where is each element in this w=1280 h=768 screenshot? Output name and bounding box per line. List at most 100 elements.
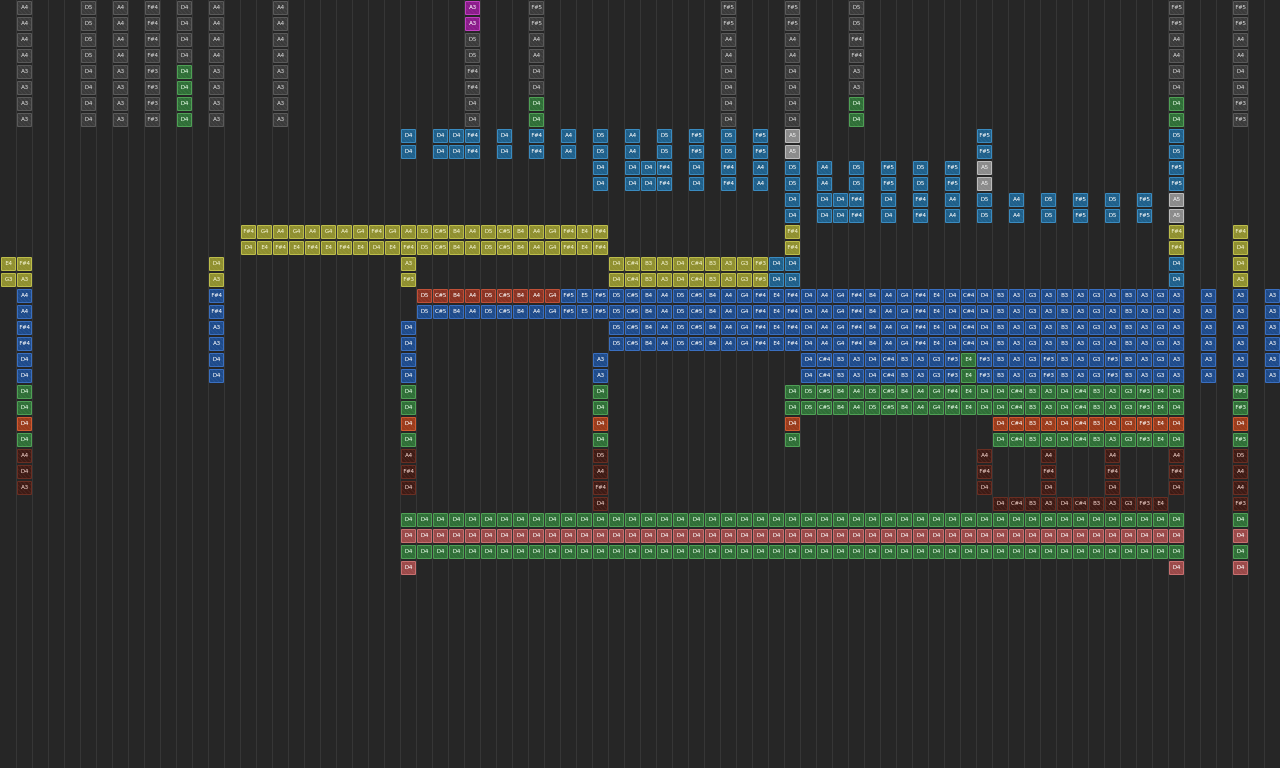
note-cell[interactable]: G4	[545, 305, 560, 319]
note-cell[interactable]: B4	[641, 289, 656, 303]
note-cell[interactable]: B3	[1025, 401, 1040, 415]
note-cell[interactable]: F#4	[465, 65, 480, 79]
note-cell[interactable]: E4	[1153, 433, 1168, 447]
note-cell[interactable]: D5	[849, 1, 864, 15]
note-cell[interactable]: A3	[1169, 289, 1184, 303]
note-cell[interactable]: G3	[929, 369, 944, 383]
note-cell[interactable]: A3	[113, 97, 128, 111]
note-cell[interactable]: A4	[817, 337, 832, 351]
note-cell[interactable]: D4	[1041, 481, 1056, 495]
note-cell[interactable]: D4	[801, 289, 816, 303]
note-cell[interactable]: E4	[321, 241, 336, 255]
note-cell[interactable]: D4	[977, 337, 992, 351]
note-cell[interactable]: D4	[977, 385, 992, 399]
note-cell[interactable]: D4	[785, 209, 800, 223]
note-cell[interactable]: D4	[881, 513, 896, 527]
note-cell[interactable]: A3	[17, 273, 32, 287]
note-cell[interactable]: C#4	[817, 369, 832, 383]
note-cell[interactable]: F#4	[305, 241, 320, 255]
note-cell[interactable]: D4	[497, 145, 512, 159]
note-cell[interactable]: D4	[897, 545, 912, 559]
note-cell[interactable]: D4	[1121, 545, 1136, 559]
note-cell[interactable]: D4	[81, 81, 96, 95]
note-cell[interactable]: D5	[1041, 209, 1056, 223]
note-cell[interactable]: D4	[209, 369, 224, 383]
note-cell[interactable]: B3	[1089, 417, 1104, 431]
note-cell[interactable]: A5	[1169, 209, 1184, 223]
note-cell[interactable]: F#4	[145, 1, 160, 15]
note-cell[interactable]: A3	[465, 17, 480, 31]
note-cell[interactable]: C#5	[881, 385, 896, 399]
note-cell[interactable]: B4	[705, 337, 720, 351]
note-cell[interactable]: D4	[369, 241, 384, 255]
note-cell[interactable]: D4	[833, 529, 848, 543]
note-cell[interactable]: D4	[1137, 545, 1152, 559]
note-cell[interactable]: D4	[593, 433, 608, 447]
note-cell[interactable]: D4	[1153, 529, 1168, 543]
note-cell[interactable]: A3	[1233, 369, 1248, 383]
note-cell[interactable]: A4	[977, 449, 992, 463]
note-cell[interactable]: G4	[929, 401, 944, 415]
note-cell[interactable]: D4	[625, 161, 640, 175]
note-cell[interactable]: B4	[865, 305, 880, 319]
note-cell[interactable]: D4	[529, 545, 544, 559]
note-cell[interactable]: D4	[993, 545, 1008, 559]
note-cell[interactable]: D4	[401, 337, 416, 351]
note-cell[interactable]: F#4	[785, 337, 800, 351]
note-cell[interactable]: A5	[977, 177, 992, 191]
note-cell[interactable]: D4	[1073, 529, 1088, 543]
note-cell[interactable]: B3	[1089, 401, 1104, 415]
note-cell[interactable]: D4	[849, 529, 864, 543]
note-cell[interactable]: A3	[1105, 385, 1120, 399]
note-cell[interactable]: D4	[433, 513, 448, 527]
note-cell[interactable]: D4	[945, 545, 960, 559]
note-cell[interactable]: D4	[1057, 401, 1072, 415]
note-cell[interactable]: F#4	[721, 177, 736, 191]
note-cell[interactable]: D4	[545, 513, 560, 527]
note-cell[interactable]: B3	[1121, 353, 1136, 367]
note-cell[interactable]: A3	[1265, 305, 1280, 319]
note-cell[interactable]: D4	[977, 545, 992, 559]
note-cell[interactable]: C#4	[881, 353, 896, 367]
note-cell[interactable]: D4	[865, 529, 880, 543]
note-cell[interactable]: B3	[1121, 321, 1136, 335]
note-cell[interactable]: F#5	[1233, 17, 1248, 31]
note-cell[interactable]: D4	[785, 97, 800, 111]
note-cell[interactable]: F#4	[849, 305, 864, 319]
note-cell[interactable]: A4	[1009, 193, 1024, 207]
note-cell[interactable]: D4	[401, 433, 416, 447]
note-cell[interactable]: D5	[1169, 145, 1184, 159]
note-cell[interactable]: B4	[865, 321, 880, 335]
note-cell[interactable]: D4	[401, 385, 416, 399]
note-cell[interactable]: A3	[1265, 353, 1280, 367]
note-cell[interactable]: D4	[1169, 401, 1184, 415]
note-cell[interactable]: D4	[753, 529, 768, 543]
note-cell[interactable]: D4	[593, 385, 608, 399]
note-cell[interactable]: D4	[529, 513, 544, 527]
note-cell[interactable]: C#5	[625, 305, 640, 319]
note-cell[interactable]: F#4	[657, 161, 672, 175]
note-cell[interactable]: A4	[1041, 449, 1056, 463]
note-cell[interactable]: F#4	[337, 241, 352, 255]
note-cell[interactable]: C#4	[689, 257, 704, 271]
note-cell[interactable]: D4	[209, 257, 224, 271]
note-cell[interactable]: A4	[337, 225, 352, 239]
note-cell[interactable]: B4	[513, 305, 528, 319]
note-cell[interactable]: D4	[785, 273, 800, 287]
note-cell[interactable]: B3	[833, 353, 848, 367]
note-cell[interactable]: D5	[465, 49, 480, 63]
note-cell[interactable]: A4	[465, 225, 480, 239]
note-cell[interactable]: C#5	[433, 305, 448, 319]
note-cell[interactable]: A3	[1073, 337, 1088, 351]
note-cell[interactable]: D4	[17, 353, 32, 367]
note-cell[interactable]: D4	[1153, 513, 1168, 527]
note-cell[interactable]: A3	[209, 321, 224, 335]
note-cell[interactable]: D4	[833, 513, 848, 527]
note-cell[interactable]: A3	[1265, 337, 1280, 351]
note-cell[interactable]: F#4	[785, 305, 800, 319]
note-cell[interactable]: A5	[785, 129, 800, 143]
note-cell[interactable]: A3	[17, 81, 32, 95]
note-cell[interactable]: D4	[881, 193, 896, 207]
note-cell[interactable]: A3	[209, 65, 224, 79]
note-cell[interactable]: D4	[785, 385, 800, 399]
